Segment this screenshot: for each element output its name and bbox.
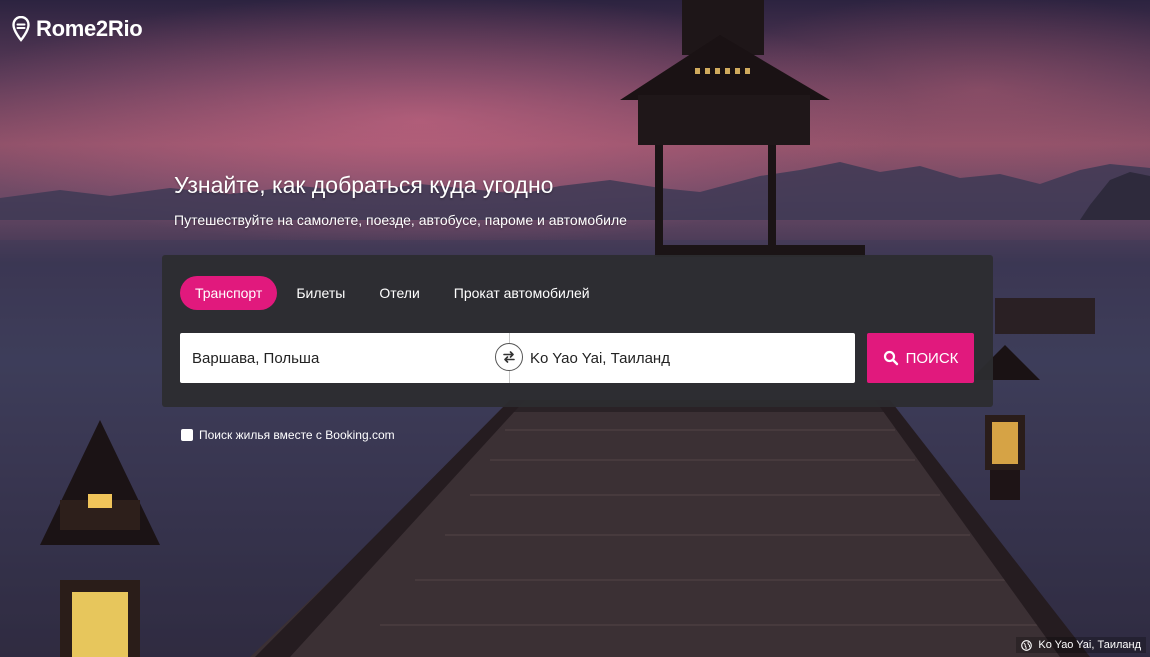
search-panel: Транспорт Билеты Отели Прокат автомобиле… [162,255,993,407]
photo-location-credit[interactable]: Ko Yao Yai, Таиланд [1016,637,1146,653]
search-icon [883,350,898,366]
page-subheadline: Путешествуйте на самолете, поезде, автоб… [174,212,627,228]
booking-checkbox-label[interactable]: Поиск жилья вместе с Booking.com [199,428,395,442]
route-input-group [180,333,855,383]
swap-arrows-icon [503,351,515,363]
booking-option: Поиск жилья вместе с Booking.com [181,428,395,442]
tab-transport[interactable]: Транспорт [180,276,278,310]
tab-hotels[interactable]: Отели [364,276,434,310]
photo-credit-label: Ko Yao Yai, Таиланд [1038,639,1141,651]
origin-input[interactable] [180,333,508,383]
tab-car-rental[interactable]: Прокат автомобилей [439,276,605,310]
tab-tickets[interactable]: Билеты [281,276,360,310]
destination-input[interactable] [518,333,855,383]
rome2rio-logo[interactable]: Rome2Rio [12,16,143,42]
transport-tabs: Транспорт Билеты Отели Прокат автомобиле… [180,276,609,310]
brand-name: Rome2Rio [36,16,143,41]
search-button-label: поиск [905,349,959,367]
search-button[interactable]: поиск [867,333,974,383]
page-headline: Узнайте, как добраться куда угодно [174,172,554,198]
booking-checkbox[interactable] [181,429,193,441]
map-pin-icon [12,16,30,42]
globe-icon [1021,639,1033,651]
